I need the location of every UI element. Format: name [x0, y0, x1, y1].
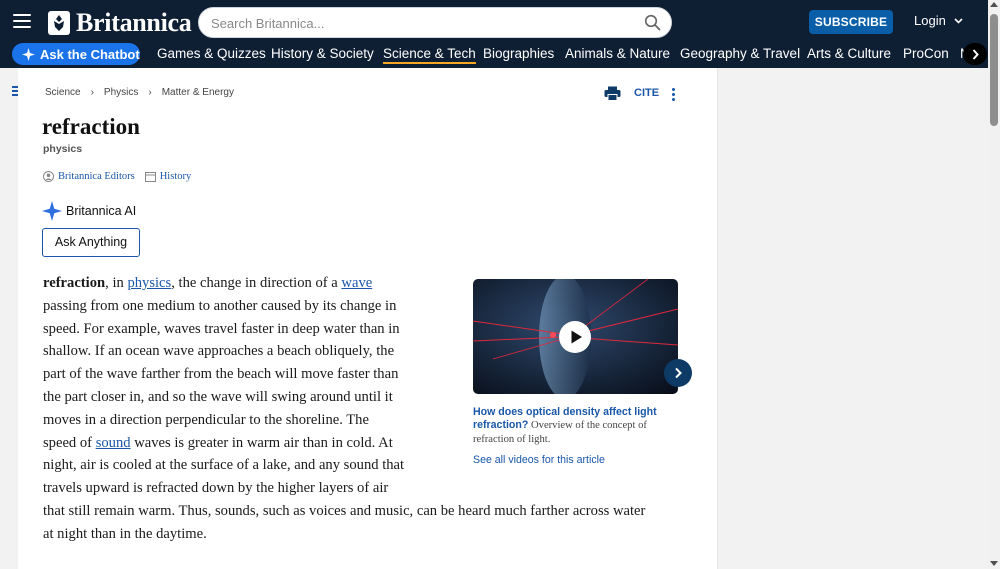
search-box[interactable]: [198, 7, 672, 38]
britannica-logo[interactable]: Britannica: [48, 8, 192, 37]
ai-label-text: Britannica AI: [66, 204, 137, 218]
nav-science-tech[interactable]: Science & Tech: [383, 46, 476, 64]
scroll-up-arrow[interactable]: [990, 2, 998, 7]
breadcrumb: Science › Physics › Matter & Energy: [45, 87, 234, 98]
link-wave[interactable]: wave: [341, 275, 372, 291]
breadcrumb-matter-energy[interactable]: Matter & Energy: [162, 87, 234, 98]
next-video-button[interactable]: [664, 359, 692, 387]
scroll-down-arrow[interactable]: [990, 561, 998, 566]
play-icon[interactable]: [559, 321, 591, 353]
see-all-videos-link[interactable]: See all videos for this article: [473, 454, 605, 466]
chatbot-label: Ask the Chatbot: [40, 46, 140, 62]
nav-animals-nature[interactable]: Animals & Nature: [565, 46, 670, 61]
chevron-down-icon: [954, 17, 963, 24]
chevron-right-icon: ›: [90, 87, 94, 98]
body-line: at night than in the daytime.: [43, 525, 207, 542]
scrollbar-thumb[interactable]: [990, 14, 998, 126]
sparkle-icon: [42, 201, 62, 221]
nav-procon[interactable]: ProCon: [903, 46, 949, 61]
body-text: , the change in direction of a: [171, 275, 342, 291]
thistle-logo-icon: [48, 11, 70, 35]
body-line: that still remain warm. Thus, sounds, su…: [43, 502, 646, 519]
article-subtitle: physics: [43, 143, 83, 155]
search-input[interactable]: [211, 13, 631, 33]
page-scrollbar[interactable]: [988, 0, 1000, 569]
top-header: Britannica SUBSCRIBE Login Ask the Chatb…: [0, 0, 1000, 68]
chevron-right-icon: [675, 367, 682, 379]
nav-geography-travel[interactable]: Geography & Travel: [680, 46, 800, 61]
nav-scroll-right-button[interactable]: [963, 43, 987, 65]
term-bold: refraction: [43, 275, 106, 291]
author-label: Britannica Editors: [58, 171, 135, 182]
print-icon[interactable]: [604, 86, 621, 101]
ask-anything-button[interactable]: Ask Anything: [42, 228, 140, 257]
history-link[interactable]: History: [144, 171, 192, 182]
login-label: Login: [914, 13, 946, 28]
history-label: History: [159, 171, 192, 182]
logo-text: Britannica: [76, 8, 192, 37]
body-line: night, air is cooled at the surface of a…: [43, 457, 405, 474]
nav-games-quizzes[interactable]: Games & Quizzes: [157, 46, 266, 61]
author-link[interactable]: Britannica Editors: [43, 171, 135, 182]
article-card: Science › Physics › Matter & Energy CITE…: [18, 68, 718, 569]
more-options-icon[interactable]: [672, 88, 675, 103]
nav-arts-culture[interactable]: Arts & Culture: [807, 46, 891, 61]
body-line: travels upward is refracted down by the …: [43, 480, 389, 497]
user-icon: [43, 171, 54, 182]
britannica-ai-heading: Britannica AI: [42, 201, 136, 221]
cite-button[interactable]: CITE: [634, 87, 659, 99]
link-sound[interactable]: sound: [96, 435, 131, 451]
login-button[interactable]: Login: [914, 13, 963, 28]
link-physics[interactable]: physics: [127, 275, 171, 291]
sparkle-icon: [22, 47, 35, 61]
article-title: refraction: [42, 114, 140, 139]
body-text: speed of: [43, 434, 96, 451]
calendar-icon: [144, 172, 156, 182]
article-contributors: Britannica Editors History: [43, 171, 201, 182]
chevron-right-icon: [972, 48, 979, 60]
nav-history-society[interactable]: History & Society: [271, 46, 374, 61]
subscribe-button[interactable]: SUBSCRIBE: [809, 10, 893, 34]
breadcrumb-physics[interactable]: Physics: [104, 87, 138, 98]
video-caption: How does optical density affect light re…: [473, 406, 678, 446]
ask-chatbot-button[interactable]: Ask the Chatbot: [12, 43, 140, 65]
menu-icon[interactable]: [13, 14, 31, 28]
body-text: waves is greater in warm air than in col…: [130, 434, 393, 451]
video-thumbnail[interactable]: [473, 279, 678, 394]
breadcrumb-science[interactable]: Science: [45, 87, 81, 98]
nav-biographies[interactable]: Biographies: [483, 46, 554, 61]
chevron-right-icon: ›: [148, 87, 152, 98]
search-icon[interactable]: [644, 14, 661, 31]
body-text: , in: [105, 275, 128, 291]
